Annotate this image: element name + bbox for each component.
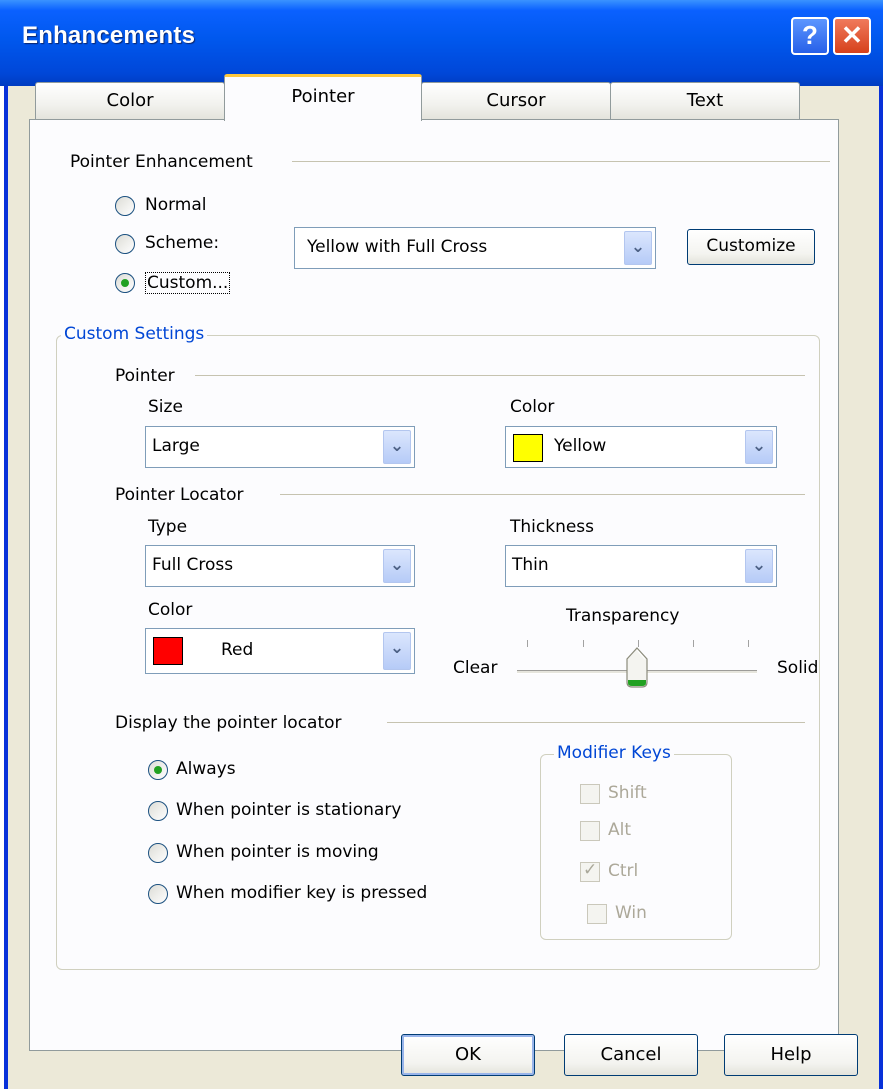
radio-stationary[interactable] [148,801,168,821]
pointer-color-value: Yellow [554,436,607,456]
pointer-heading: Pointer [115,366,175,386]
divider [387,722,805,723]
cancel-button[interactable]: Cancel [564,1034,698,1076]
slider-tick [748,640,749,647]
radio-moving-label[interactable]: When pointer is moving [176,842,379,862]
locator-color-value: Red [221,640,254,660]
locator-type-combo[interactable]: Full Cross ⌄ [145,545,415,587]
scheme-combo-value: Yellow with Full Cross [307,237,488,257]
checkbox-win-label: Win [615,903,647,923]
checkbox-alt[interactable] [580,821,600,841]
radio-modifier-pressed[interactable] [148,884,168,904]
chevron-down-icon[interactable]: ⌄ [383,430,411,464]
chevron-down-icon[interactable]: ⌄ [624,231,652,265]
slider-tick [693,640,694,647]
radio-always[interactable] [148,760,168,780]
title-bar[interactable]: Enhancements ? ✕ [0,0,883,86]
radio-modifier-pressed-label[interactable]: When modifier key is pressed [176,883,427,903]
pointer-enhancement-heading: Pointer Enhancement [70,152,253,172]
radio-scheme[interactable] [115,234,135,254]
locator-type-value: Full Cross [152,555,234,575]
window-title: Enhancements [22,22,196,49]
transparency-label: Transparency [566,606,680,626]
radio-moving[interactable] [148,843,168,863]
checkbox-win[interactable] [587,904,607,924]
close-icon[interactable]: ✕ [833,17,871,55]
size-combo-value: Large [152,436,200,456]
thickness-value: Thin [512,555,549,575]
color-swatch [513,434,543,462]
chevron-down-icon[interactable]: ⌄ [383,632,411,670]
help-icon[interactable]: ? [791,17,829,55]
divider [292,161,830,162]
custom-settings-heading: Custom Settings [61,324,208,344]
slider-tick [583,640,584,647]
checkbox-shift[interactable] [580,784,600,804]
help-button[interactable]: Help [724,1034,858,1076]
tab-color[interactable]: Color [35,82,225,119]
transparency-min-label: Clear [453,658,498,678]
radio-normal-label[interactable]: Normal [145,195,207,215]
transparency-max-label: Solid [777,658,819,678]
checkbox-ctrl[interactable] [580,860,600,882]
display-locator-heading: Display the pointer locator [115,713,342,733]
checkbox-alt-label: Alt [608,820,632,840]
tab-text[interactable]: Text [610,82,800,119]
slider-tick [638,640,639,647]
size-label: Size [148,397,183,417]
locator-color-combo[interactable]: Red ⌄ [145,628,415,674]
radio-stationary-label[interactable]: When pointer is stationary [176,800,401,820]
chevron-down-icon[interactable]: ⌄ [745,430,773,464]
type-label: Type [148,517,188,537]
pointer-color-label: Color [510,397,555,417]
tab-cursor[interactable]: Cursor [421,82,611,119]
checkbox-ctrl-label: Ctrl [608,861,639,881]
customize-button[interactable]: Customize [687,229,815,265]
modifier-keys-heading: Modifier Keys [554,743,674,763]
pointer-locator-heading: Pointer Locator [115,485,244,505]
size-combo[interactable]: Large ⌄ [145,426,415,468]
divider [280,494,805,495]
ok-button[interactable]: OK [401,1034,535,1076]
tab-pointer[interactable]: Pointer [224,74,422,121]
transparency-slider-thumb[interactable] [626,647,648,689]
locator-color-label: Color [148,600,193,620]
radio-normal[interactable] [115,196,135,216]
radio-custom[interactable] [115,273,135,293]
pointer-color-combo[interactable]: Yellow ⌄ [505,426,777,468]
radio-custom-label[interactable]: Custom... [145,272,231,294]
slider-tick [527,640,528,647]
chevron-down-icon[interactable]: ⌄ [745,549,773,583]
thickness-combo[interactable]: Thin ⌄ [505,545,777,587]
thickness-label: Thickness [510,517,595,537]
radio-scheme-label[interactable]: Scheme: [145,233,219,253]
scheme-combo[interactable]: Yellow with Full Cross ⌄ [294,227,656,269]
divider [195,375,805,376]
radio-always-label[interactable]: Always [176,759,236,779]
color-swatch [153,637,183,665]
checkbox-shift-label: Shift [608,783,647,803]
chevron-down-icon[interactable]: ⌄ [383,549,411,583]
